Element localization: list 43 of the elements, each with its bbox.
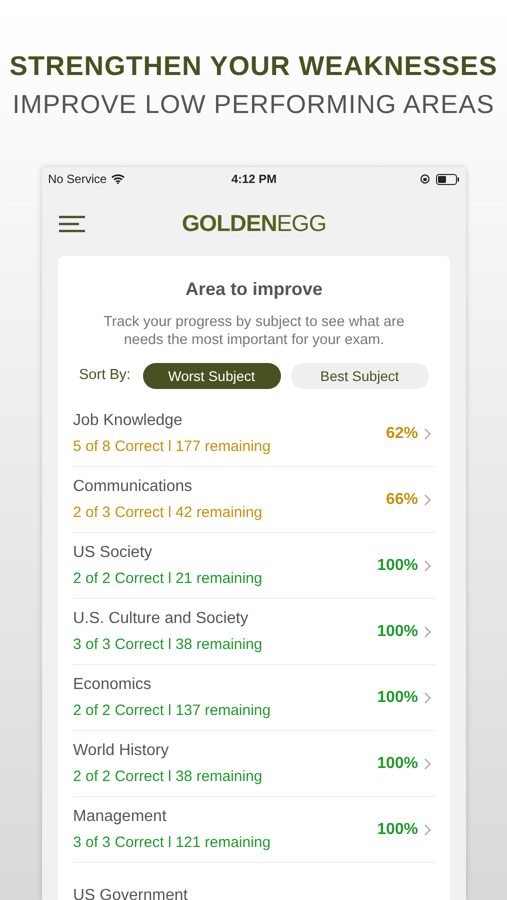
subject-progress: 3 of 3 Correct l 121 remaining [73, 832, 272, 853]
chevron-right-icon[interactable] [424, 626, 431, 638]
chevron-right-icon[interactable] [424, 428, 431, 440]
headline: STRENGTHEN YOUR WEAKNESSES [9, 50, 498, 82]
subject-name: US Government [73, 886, 189, 900]
chevron-right-icon[interactable] [424, 758, 431, 770]
subject-name: Communications [73, 476, 194, 497]
lock-rotation-icon [420, 174, 430, 184]
clock-text: 4:12 PM [231, 171, 277, 188]
card-title: Area to improve [184, 278, 324, 301]
subject-progress: 2 of 2 Correct l 38 remaining [73, 766, 264, 787]
subject-percent: 100% [377, 688, 418, 708]
card-description: Track your progress by subject to see what are needs the most important for your exam. [102, 313, 406, 349]
subject-name: U.S. Culture and Society [73, 608, 250, 629]
subject-name: Economics [73, 674, 152, 695]
subject-progress: 2 of 3 Correct l 42 remaining [73, 502, 264, 523]
chevron-right-icon[interactable] [424, 692, 431, 704]
subject-name: World History [73, 740, 170, 761]
subject-name: Job Knowledge [73, 410, 184, 431]
subject-progress: 3 of 3 Correct l 38 remaining [73, 634, 264, 655]
subject-percent: 100% [377, 820, 418, 840]
subject-progress: 5 of 8 Correct l 177 remaining [73, 436, 272, 457]
subject-percent: 100% [377, 556, 418, 576]
menu-icon[interactable] [58, 215, 86, 233]
subject-name: Management [73, 806, 168, 827]
chevron-right-icon[interactable] [424, 824, 431, 836]
chevron-right-icon[interactable] [424, 560, 431, 572]
subheadline: IMPROVE LOW PERFORMING AREAS [12, 88, 494, 120]
subject-percent: 100% [377, 754, 418, 774]
chevron-right-icon[interactable] [424, 494, 431, 506]
subject-progress: 2 of 2 Correct l 137 remaining [73, 700, 272, 721]
subject-name: US Society [73, 542, 154, 563]
subject-percent: 62% [386, 424, 418, 444]
wifi-icon [110, 174, 125, 184]
carrier-text: No Service [48, 171, 107, 188]
subject-percent: 100% [377, 622, 418, 642]
subject-progress: 2 of 2 Correct l 21 remaining [73, 568, 264, 589]
battery-icon [436, 174, 460, 184]
sort-option-tab[interactable]: Worst Subject [142, 363, 281, 389]
logo: GOLDENEGG [182, 209, 326, 238]
sort-label: Sort By: [79, 366, 131, 386]
sort-option-tab[interactable]: Best Subject [290, 363, 429, 389]
subject-percent: 66% [386, 490, 418, 510]
